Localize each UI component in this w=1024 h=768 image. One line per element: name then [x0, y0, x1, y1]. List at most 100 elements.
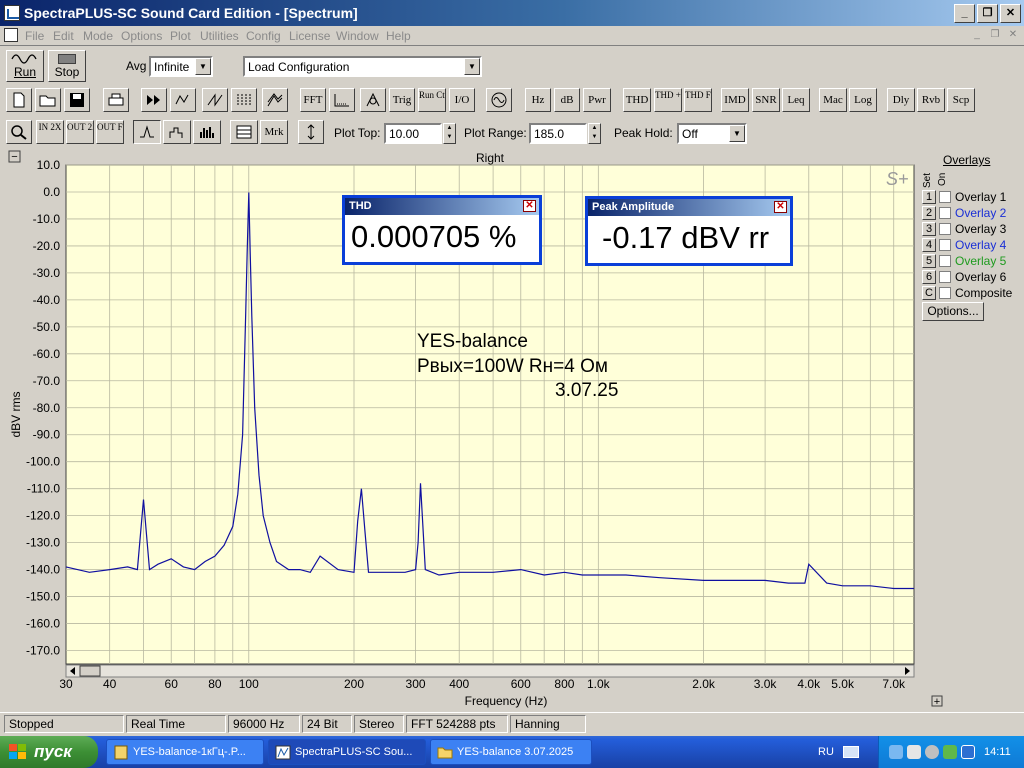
hz-button[interactable]: Hz — [525, 88, 551, 112]
print-icon[interactable] — [103, 88, 129, 112]
thd-freq-button[interactable]: THD Freq — [684, 88, 712, 112]
save-disk-icon[interactable] — [64, 88, 90, 112]
step-plot-icon[interactable] — [163, 120, 191, 144]
overlay-on-checkbox[interactable] — [939, 206, 951, 219]
magnifier-icon[interactable] — [6, 120, 32, 144]
plot-range-spinner[interactable]: ▲ ▼ — [588, 123, 601, 144]
run-button[interactable]: Run — [6, 50, 44, 82]
ramp-wave-icon[interactable] — [202, 88, 228, 112]
plot-top-spinner[interactable]: ▲ ▼ — [443, 123, 456, 144]
scp-button[interactable]: Scp — [947, 88, 975, 112]
overlay-on-checkbox[interactable] — [939, 238, 951, 251]
leq-button[interactable]: Leq — [782, 88, 810, 112]
network-icon[interactable] — [889, 745, 903, 759]
overlay-set-button[interactable]: 1 — [922, 189, 936, 204]
avg-dropdown-icon[interactable]: ▼ — [195, 58, 211, 75]
language-indicator[interactable]: RU — [818, 746, 834, 758]
mrk-button[interactable]: Mrk — [260, 120, 288, 144]
fast-forward-icon[interactable] — [141, 88, 167, 112]
overlay-on-checkbox[interactable] — [939, 286, 951, 299]
db-button[interactable]: dB — [554, 88, 580, 112]
menu-help[interactable]: Help — [386, 29, 411, 43]
keyboard-icon[interactable] — [843, 746, 859, 758]
device-icon[interactable] — [907, 745, 921, 759]
app-icon[interactable] — [4, 5, 20, 21]
menu-plot[interactable]: Plot — [170, 29, 191, 43]
peak-amplitude-close-icon[interactable]: ✕ — [774, 201, 787, 213]
menu-file[interactable]: File — [25, 29, 44, 43]
start-button[interactable]: пуск — [0, 736, 98, 768]
restore-button[interactable]: ❐ — [977, 4, 998, 23]
overlay-options-button[interactable]: Options... — [922, 302, 984, 321]
mdi-close-button[interactable]: ✕ — [1006, 29, 1020, 42]
plot-range-input[interactable]: 185.0 — [529, 123, 587, 144]
menu-edit[interactable]: Edit — [53, 29, 74, 43]
document-icon[interactable] — [4, 28, 18, 42]
dly-button[interactable]: Dly — [887, 88, 915, 112]
menu-license[interactable]: License — [289, 29, 330, 43]
io-button[interactable]: I/O — [449, 88, 475, 112]
task-spectraplus[interactable]: SpectraPLUS-SC Sou... — [268, 739, 426, 765]
menu-mode[interactable]: Mode — [83, 29, 113, 43]
fft-button[interactable]: FFT — [300, 88, 326, 112]
configuration-select[interactable]: Load Configuration — [243, 56, 482, 77]
bluetooth-icon[interactable] — [961, 745, 975, 759]
recorder-icon[interactable] — [170, 88, 196, 112]
configuration-dropdown-icon[interactable]: ▼ — [464, 58, 480, 75]
overlay-set-button[interactable]: 4 — [922, 237, 936, 252]
mac-button[interactable]: Mac — [819, 88, 847, 112]
run-ctrl-button[interactable]: Run Ctrl — [418, 88, 446, 112]
close-button[interactable]: ✕ — [1000, 4, 1021, 23]
zoom-out-2x-button[interactable]: OUT 2X — [66, 120, 94, 144]
line-plot-icon[interactable] — [133, 120, 161, 144]
overlay-set-button[interactable]: 2 — [922, 205, 936, 220]
new-icon[interactable] — [6, 88, 32, 112]
thd-button[interactable]: THD — [623, 88, 651, 112]
table-view-icon[interactable] — [230, 120, 258, 144]
phase-plot-icon[interactable] — [329, 88, 355, 112]
open-folder-icon[interactable] — [35, 88, 61, 112]
overlay-on-checkbox[interactable] — [939, 254, 951, 267]
task-document[interactable]: YES-balance-1кГц-.P... — [106, 739, 264, 765]
spectrogram-icon[interactable] — [231, 88, 257, 112]
peak-hold-dropdown-icon[interactable]: ▼ — [729, 125, 745, 142]
trig-button[interactable]: Trig — [389, 88, 415, 112]
menu-utilities[interactable]: Utilities — [200, 29, 239, 43]
overlay-set-button[interactable]: 3 — [922, 221, 936, 236]
imd-button[interactable]: IMD — [721, 88, 749, 112]
bar-plot-icon[interactable] — [193, 120, 221, 144]
zoom-out-full-button[interactable]: OUT FULL — [96, 120, 124, 144]
peak-amplitude-window[interactable]: Peak Amplitude ✕ -0.17 dBV rr — [585, 196, 793, 266]
rvb-button[interactable]: Rvb — [917, 88, 945, 112]
log-button[interactable]: Log — [849, 88, 877, 112]
thd-n-button[interactable]: THD +N — [654, 88, 682, 112]
signal-generator-icon[interactable] — [486, 88, 512, 112]
menu-options[interactable]: Options — [121, 29, 162, 43]
plot-top-input[interactable]: 10.00 — [384, 123, 442, 144]
window-title: SpectraPLUS-SC Sound Card Edition - [Spe… — [24, 5, 358, 21]
menu-config[interactable]: Config — [246, 29, 281, 43]
thd-meter-window[interactable]: THD ✕ 0.000705 % — [342, 195, 542, 265]
overlay-on-checkbox[interactable] — [939, 190, 951, 203]
pwr-button[interactable]: Pwr — [583, 88, 611, 112]
mdi-restore-button[interactable]: ❐ — [988, 29, 1002, 42]
overlay-set-button[interactable]: C — [922, 285, 936, 300]
stop-button[interactable]: Stop — [48, 50, 86, 82]
snr-button[interactable]: SNR — [752, 88, 780, 112]
3d-surface-icon[interactable] — [262, 88, 288, 112]
security-icon[interactable] — [943, 745, 957, 759]
menu-window[interactable]: Window — [336, 29, 379, 43]
clock-settings-icon[interactable] — [925, 745, 939, 759]
mdi-minimize-button[interactable]: _ — [970, 29, 984, 42]
minimize-button[interactable]: _ — [954, 4, 975, 23]
overlay-set-button[interactable]: 5 — [922, 253, 936, 268]
task-folder[interactable]: YES-balance 3.07.2025 — [430, 739, 592, 765]
overlay-on-checkbox[interactable] — [939, 222, 951, 235]
thd-meter-close-icon[interactable]: ✕ — [523, 200, 536, 212]
peak-marker-icon[interactable] — [360, 88, 386, 112]
overlay-set-button[interactable]: 6 — [922, 269, 936, 284]
thd-meter-title: THD ✕ — [345, 198, 539, 215]
vertical-scale-icon[interactable] — [298, 120, 324, 144]
zoom-in-2x-button[interactable]: IN 2X — [36, 120, 64, 144]
overlay-on-checkbox[interactable] — [939, 270, 951, 283]
